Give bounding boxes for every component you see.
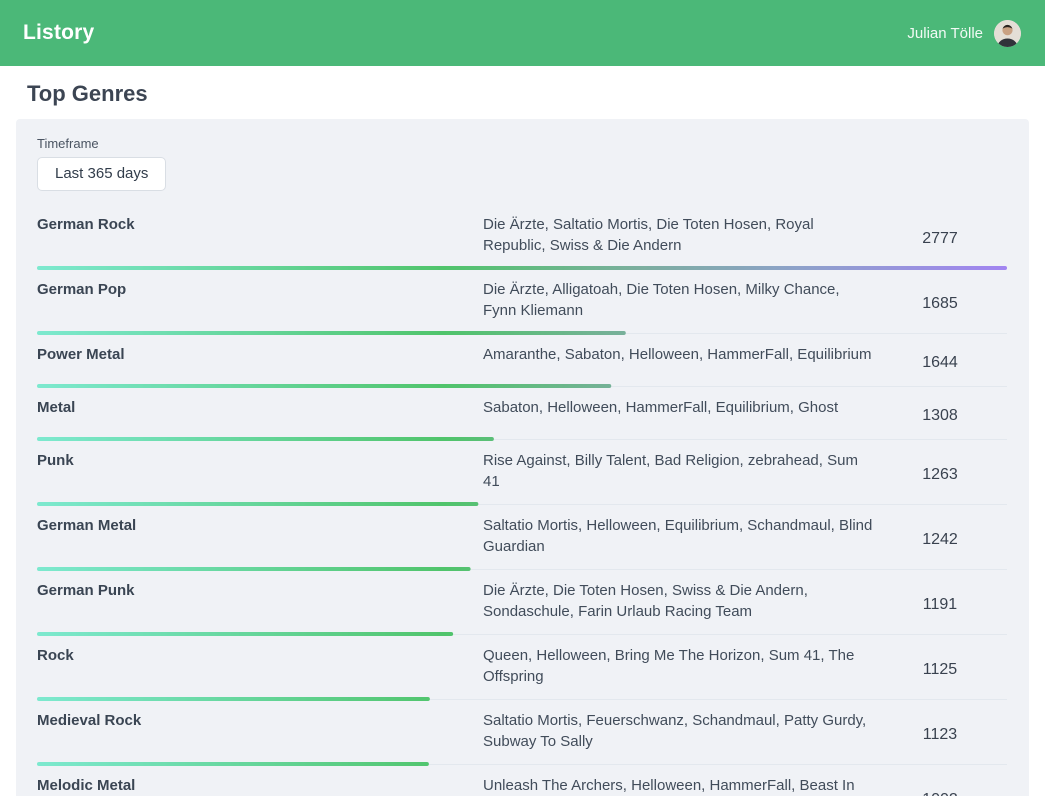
genre-listen-count: 1125 (873, 661, 1007, 683)
page-title: Top Genres (27, 81, 1045, 107)
genre-artists: Rise Against, Billy Talent, Bad Religion… (483, 450, 873, 504)
genre-row: German Punk Die Ärzte, Die Toten Hosen, … (37, 570, 1007, 635)
genre-artists: Queen, Helloween, Bring Me The Horizon, … (483, 645, 873, 699)
genre-row: Melodic Metal Unleash The Archers, Hello… (37, 765, 1007, 796)
genre-artists: Amaranthe, Sabaton, Helloween, HammerFal… (483, 344, 873, 386)
genre-name: Medieval Rock (37, 710, 483, 764)
genre-listen-count: 1242 (873, 531, 1007, 553)
genre-name: Melodic Metal (37, 775, 483, 796)
genre-name: German Metal (37, 515, 483, 569)
user-avatar-icon[interactable] (994, 20, 1021, 47)
genre-artists: Die Ärzte, Die Toten Hosen, Swiss & Die … (483, 580, 873, 634)
genre-artists: Die Ärzte, Alligatoah, Die Toten Hosen, … (483, 279, 873, 333)
genre-name: German Rock (37, 214, 483, 268)
genre-row: German Rock Die Ärzte, Saltatio Mortis, … (37, 204, 1007, 269)
genre-listen-count: 1263 (873, 466, 1007, 488)
timeframe-label: Timeframe (37, 136, 1007, 151)
genre-listen-count: 1308 (873, 407, 1007, 429)
genre-artists: Saltatio Mortis, Helloween, Equilibrium,… (483, 515, 873, 569)
genre-row: Punk Rise Against, Billy Talent, Bad Rel… (37, 440, 1007, 505)
genre-listen-count: 1002 (873, 791, 1007, 796)
genre-row: German Metal Saltatio Mortis, Helloween,… (37, 505, 1007, 570)
app-logo[interactable]: Listory (23, 21, 94, 45)
genre-row: Rock Queen, Helloween, Bring Me The Hori… (37, 635, 1007, 700)
genre-artists: Sabaton, Helloween, HammerFall, Equilibr… (483, 397, 873, 439)
genre-listen-count: 2777 (873, 230, 1007, 252)
top-navbar: Listory Julian Tölle (0, 0, 1045, 66)
genre-name: German Punk (37, 580, 483, 634)
genre-row: Medieval Rock Saltatio Mortis, Feuerschw… (37, 700, 1007, 765)
genre-name: Punk (37, 450, 483, 504)
genre-artists: Die Ärzte, Saltatio Mortis, Die Toten Ho… (483, 214, 873, 268)
genre-artists: Unleash The Archers, Helloween, HammerFa… (483, 775, 873, 796)
avatar-photo-icon (994, 20, 1021, 47)
genre-listen-count: 1644 (873, 354, 1007, 376)
top-genres-card: Timeframe Last 365 days German Rock Die … (16, 119, 1029, 796)
genre-name: German Pop (37, 279, 483, 333)
genre-name: Power Metal (37, 344, 483, 386)
genre-artists: Saltatio Mortis, Feuerschwanz, Schandmau… (483, 710, 873, 764)
genre-name: Metal (37, 397, 483, 439)
genre-listen-count: 1685 (873, 295, 1007, 317)
main-content: Top Genres Timeframe Last 365 days Germa… (0, 81, 1045, 796)
genre-row: Power Metal Amaranthe, Sabaton, Hellowee… (37, 334, 1007, 387)
genre-table: German Rock Die Ärzte, Saltatio Mortis, … (37, 204, 1007, 796)
genre-listen-count: 1123 (873, 726, 1007, 748)
genre-name: Rock (37, 645, 483, 699)
genre-row: Metal Sabaton, Helloween, HammerFall, Eq… (37, 387, 1007, 440)
genre-row: German Pop Die Ärzte, Alligatoah, Die To… (37, 269, 1007, 334)
timeframe-select[interactable]: Last 365 days (37, 157, 166, 191)
user-name[interactable]: Julian Tölle (907, 25, 983, 42)
genre-listen-count: 1191 (873, 596, 1007, 618)
